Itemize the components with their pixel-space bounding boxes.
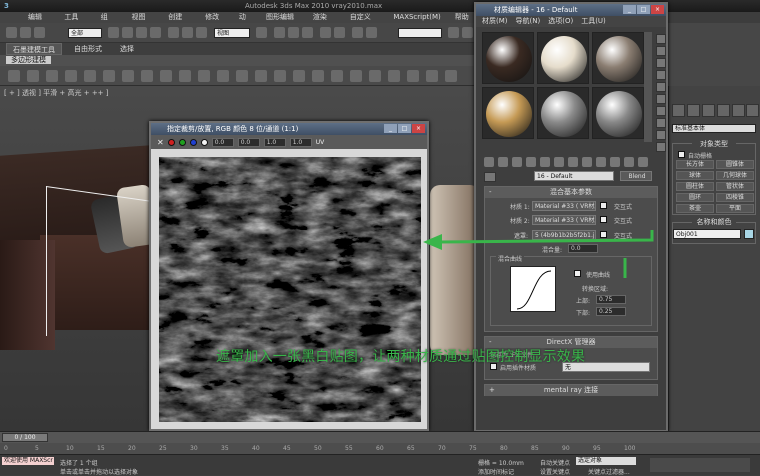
timeline-tick: 85: [531, 445, 539, 452]
timeline-tick: 15: [97, 445, 105, 452]
playback-controls[interactable]: [650, 458, 750, 472]
auto-key-label[interactable]: 自动关键点: [540, 458, 570, 467]
timeline-tick: 80: [500, 445, 508, 452]
timeline-tick: 20: [128, 445, 136, 452]
timeline-tick: 35: [221, 445, 229, 452]
maxscript-listener[interactable]: 欢迎使用 MAXScr: [2, 457, 54, 465]
timeline-tick: 45: [283, 445, 291, 452]
key-selection-dropdown[interactable]: 选定对象: [576, 457, 636, 465]
annotation-text: 遮罩加入一张黑白贴图，让两种材质通过贴图控制显示效果: [216, 349, 586, 365]
timeline-tick: 40: [252, 445, 260, 452]
status-bar: 欢迎使用 MAXScr 选择了 1 个组 单击或单击并拖动以选择对象 栅格 = …: [0, 454, 760, 476]
timeline-ruler[interactable]: 0 5 10 15 20 25 30 35 40 45 50 55 60 65 70 75 80 85 90 95 10…: [0, 443, 760, 454]
timeline-tick: 55: [345, 445, 353, 452]
selection-status: 选择了 1 个组: [60, 460, 98, 467]
timeline-tick: 75: [469, 445, 477, 452]
time-slider-thumb[interactable]: 0 / 100: [2, 433, 48, 442]
timeline-tick: 25: [159, 445, 167, 452]
time-slider[interactable]: 0 / 100: [0, 431, 760, 443]
timeline-tick: 30: [190, 445, 198, 452]
timeline-tick: 95: [593, 445, 601, 452]
timeline-tick: 50: [314, 445, 322, 452]
grid-size: 栅格 = 10.0mm: [478, 460, 524, 467]
annotation-arrow: [423, 230, 654, 278]
timeline-tick: 0: [4, 445, 8, 452]
timeline-tick: 70: [438, 445, 446, 452]
timeline-tick: 5: [35, 445, 39, 452]
timeline-tick: 60: [376, 445, 384, 452]
timeline-tick: 65: [407, 445, 415, 452]
timeline-tick: 90: [562, 445, 570, 452]
timeline-tick: 100: [624, 445, 636, 452]
timeline-tick: 10: [66, 445, 74, 452]
